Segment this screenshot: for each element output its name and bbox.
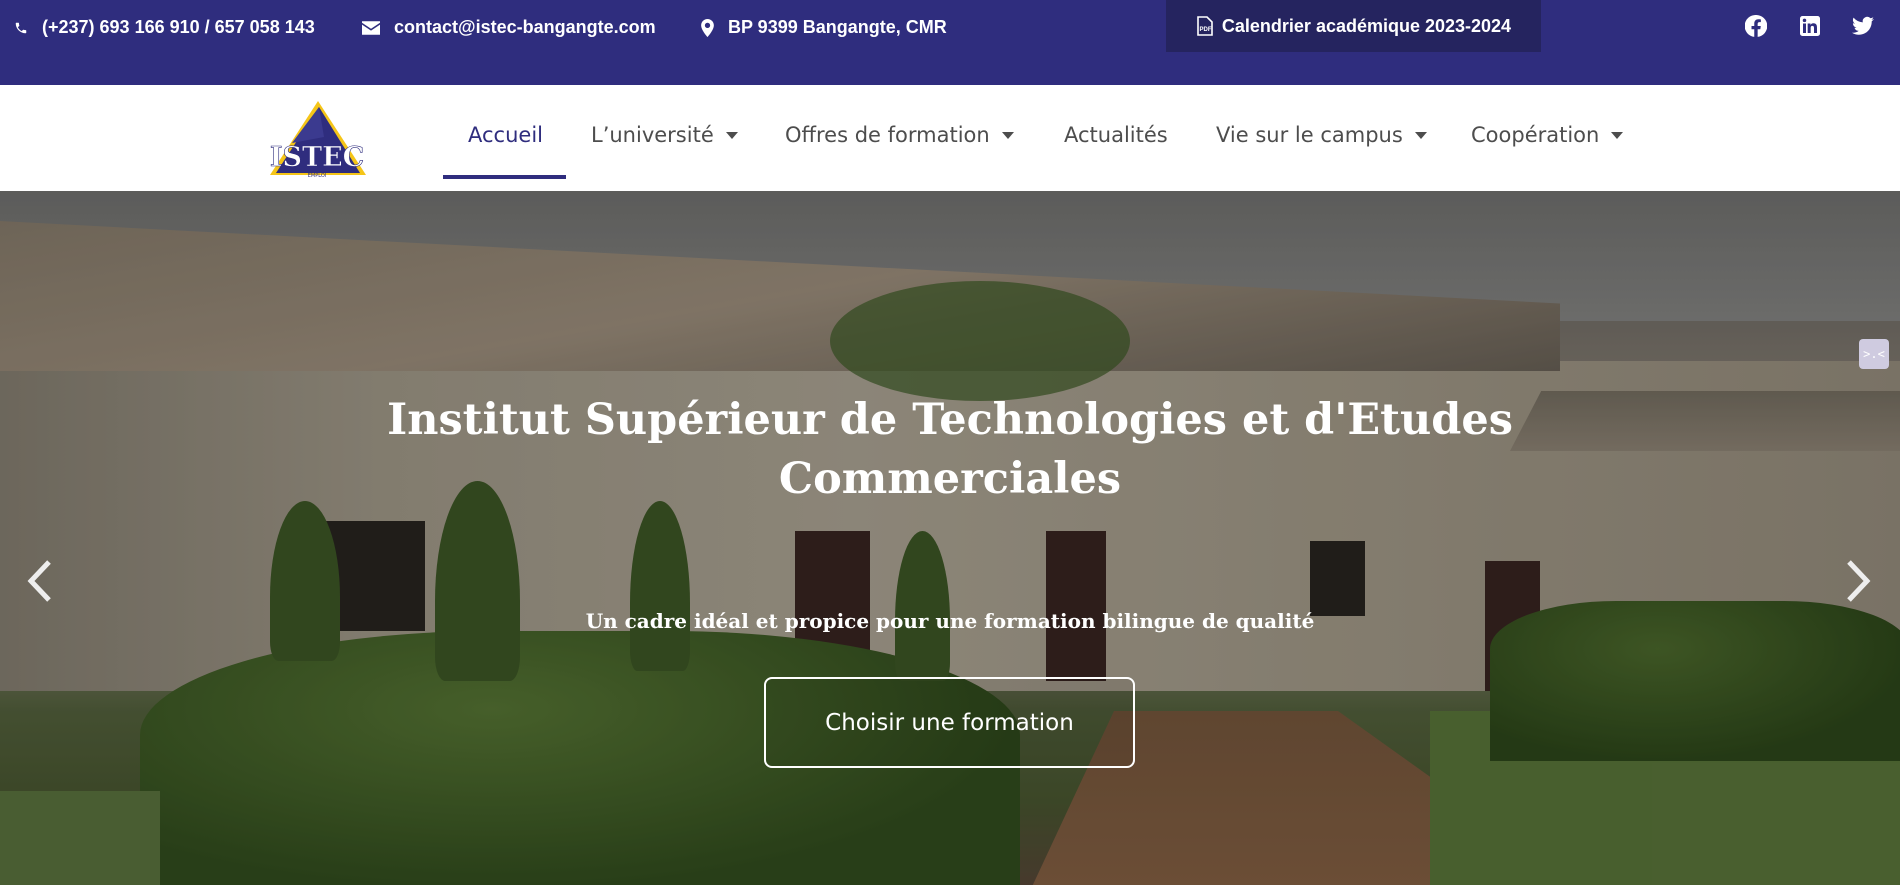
twitter-link[interactable] (1851, 14, 1875, 38)
caret-down-icon (1414, 131, 1427, 139)
nav-accueil-label: Accueil (468, 123, 543, 147)
academic-calendar-label: Calendrier académique 2023-2024 (1221, 15, 1512, 36)
hero-slider: Institut Supérieur de Technologies et d'… (0, 191, 1900, 885)
active-nav-indicator (443, 175, 566, 179)
caret-down-icon (1001, 131, 1014, 139)
slider-next-button[interactable] (1838, 553, 1878, 609)
twitter-icon (1852, 16, 1874, 35)
nav-universite-label: L’université (591, 123, 714, 147)
pdf-file-icon: PDF (1197, 16, 1213, 36)
nav-universite[interactable]: L’université (591, 123, 738, 147)
chevron-right-icon (1847, 560, 1871, 602)
top-bar: (+237) 693 166 910 / 657 058 143 contact… (0, 0, 1900, 85)
facebook-link[interactable] (1744, 14, 1768, 38)
address-text: BP 9399 Bangangte, CMR (728, 17, 947, 37)
hero-title-line-2: Commerciales (778, 454, 1122, 504)
map-pin-icon (701, 18, 714, 37)
svg-text:PDF: PDF (1199, 27, 1211, 33)
linkedin-link[interactable] (1798, 14, 1822, 38)
istec-logo-graphic: ISTEC EMPLOI (270, 101, 366, 179)
nav-vie-campus[interactable]: Vie sur le campus (1216, 123, 1427, 147)
nav-actualites-label: Actualités (1064, 123, 1168, 147)
nav-offres-formation-label: Offres de formation (785, 123, 990, 147)
main-navigation: ISTEC EMPLOI Accueil L’université Offres… (0, 85, 1900, 191)
nav-accueil[interactable]: Accueil (468, 123, 543, 147)
hero-title: Institut Supérieur de Technologies et d'… (0, 391, 1900, 509)
email-contact[interactable]: contact@istec-bangangte.com (362, 17, 656, 38)
academic-calendar-button[interactable]: PDF Calendrier académique 2023-2024 (1166, 0, 1541, 52)
hero-overlay (0, 191, 1900, 885)
facebook-icon (1745, 15, 1767, 37)
chevron-left-icon (27, 560, 51, 602)
phone-icon (15, 22, 27, 33)
hero-subtitle: Un cadre idéal et propice pour une forma… (585, 609, 1315, 633)
slider-prev-button[interactable] (20, 553, 60, 609)
nav-offres-formation[interactable]: Offres de formation (785, 123, 1014, 147)
nav-vie-campus-label: Vie sur le campus (1216, 123, 1403, 147)
phone-text: (+237) 693 166 910 / 657 058 143 (42, 17, 315, 37)
caret-down-icon (725, 131, 738, 139)
choose-training-button[interactable]: Choisir une formation (764, 677, 1135, 768)
floating-widget-button[interactable]: >.< (1859, 339, 1889, 369)
hero-title-line-1: Institut Supérieur de Technologies et d'… (387, 395, 1513, 445)
svg-text:ISTEC: ISTEC (270, 142, 364, 173)
address-contact: BP 9399 Bangangte, CMR (701, 17, 947, 38)
nav-cooperation[interactable]: Coopération (1471, 123, 1624, 147)
caret-down-icon (1611, 131, 1624, 139)
nav-actualites[interactable]: Actualités (1064, 123, 1168, 147)
email-text: contact@istec-bangangte.com (394, 17, 656, 37)
nav-cooperation-label: Coopération (1471, 123, 1600, 147)
envelope-icon (362, 20, 380, 35)
linkedin-icon (1800, 16, 1820, 36)
svg-text:EMPLOI: EMPLOI (308, 173, 327, 179)
phone-contact[interactable]: (+237) 693 166 910 / 657 058 143 (14, 17, 315, 38)
istec-logo[interactable]: ISTEC EMPLOI (262, 97, 366, 179)
